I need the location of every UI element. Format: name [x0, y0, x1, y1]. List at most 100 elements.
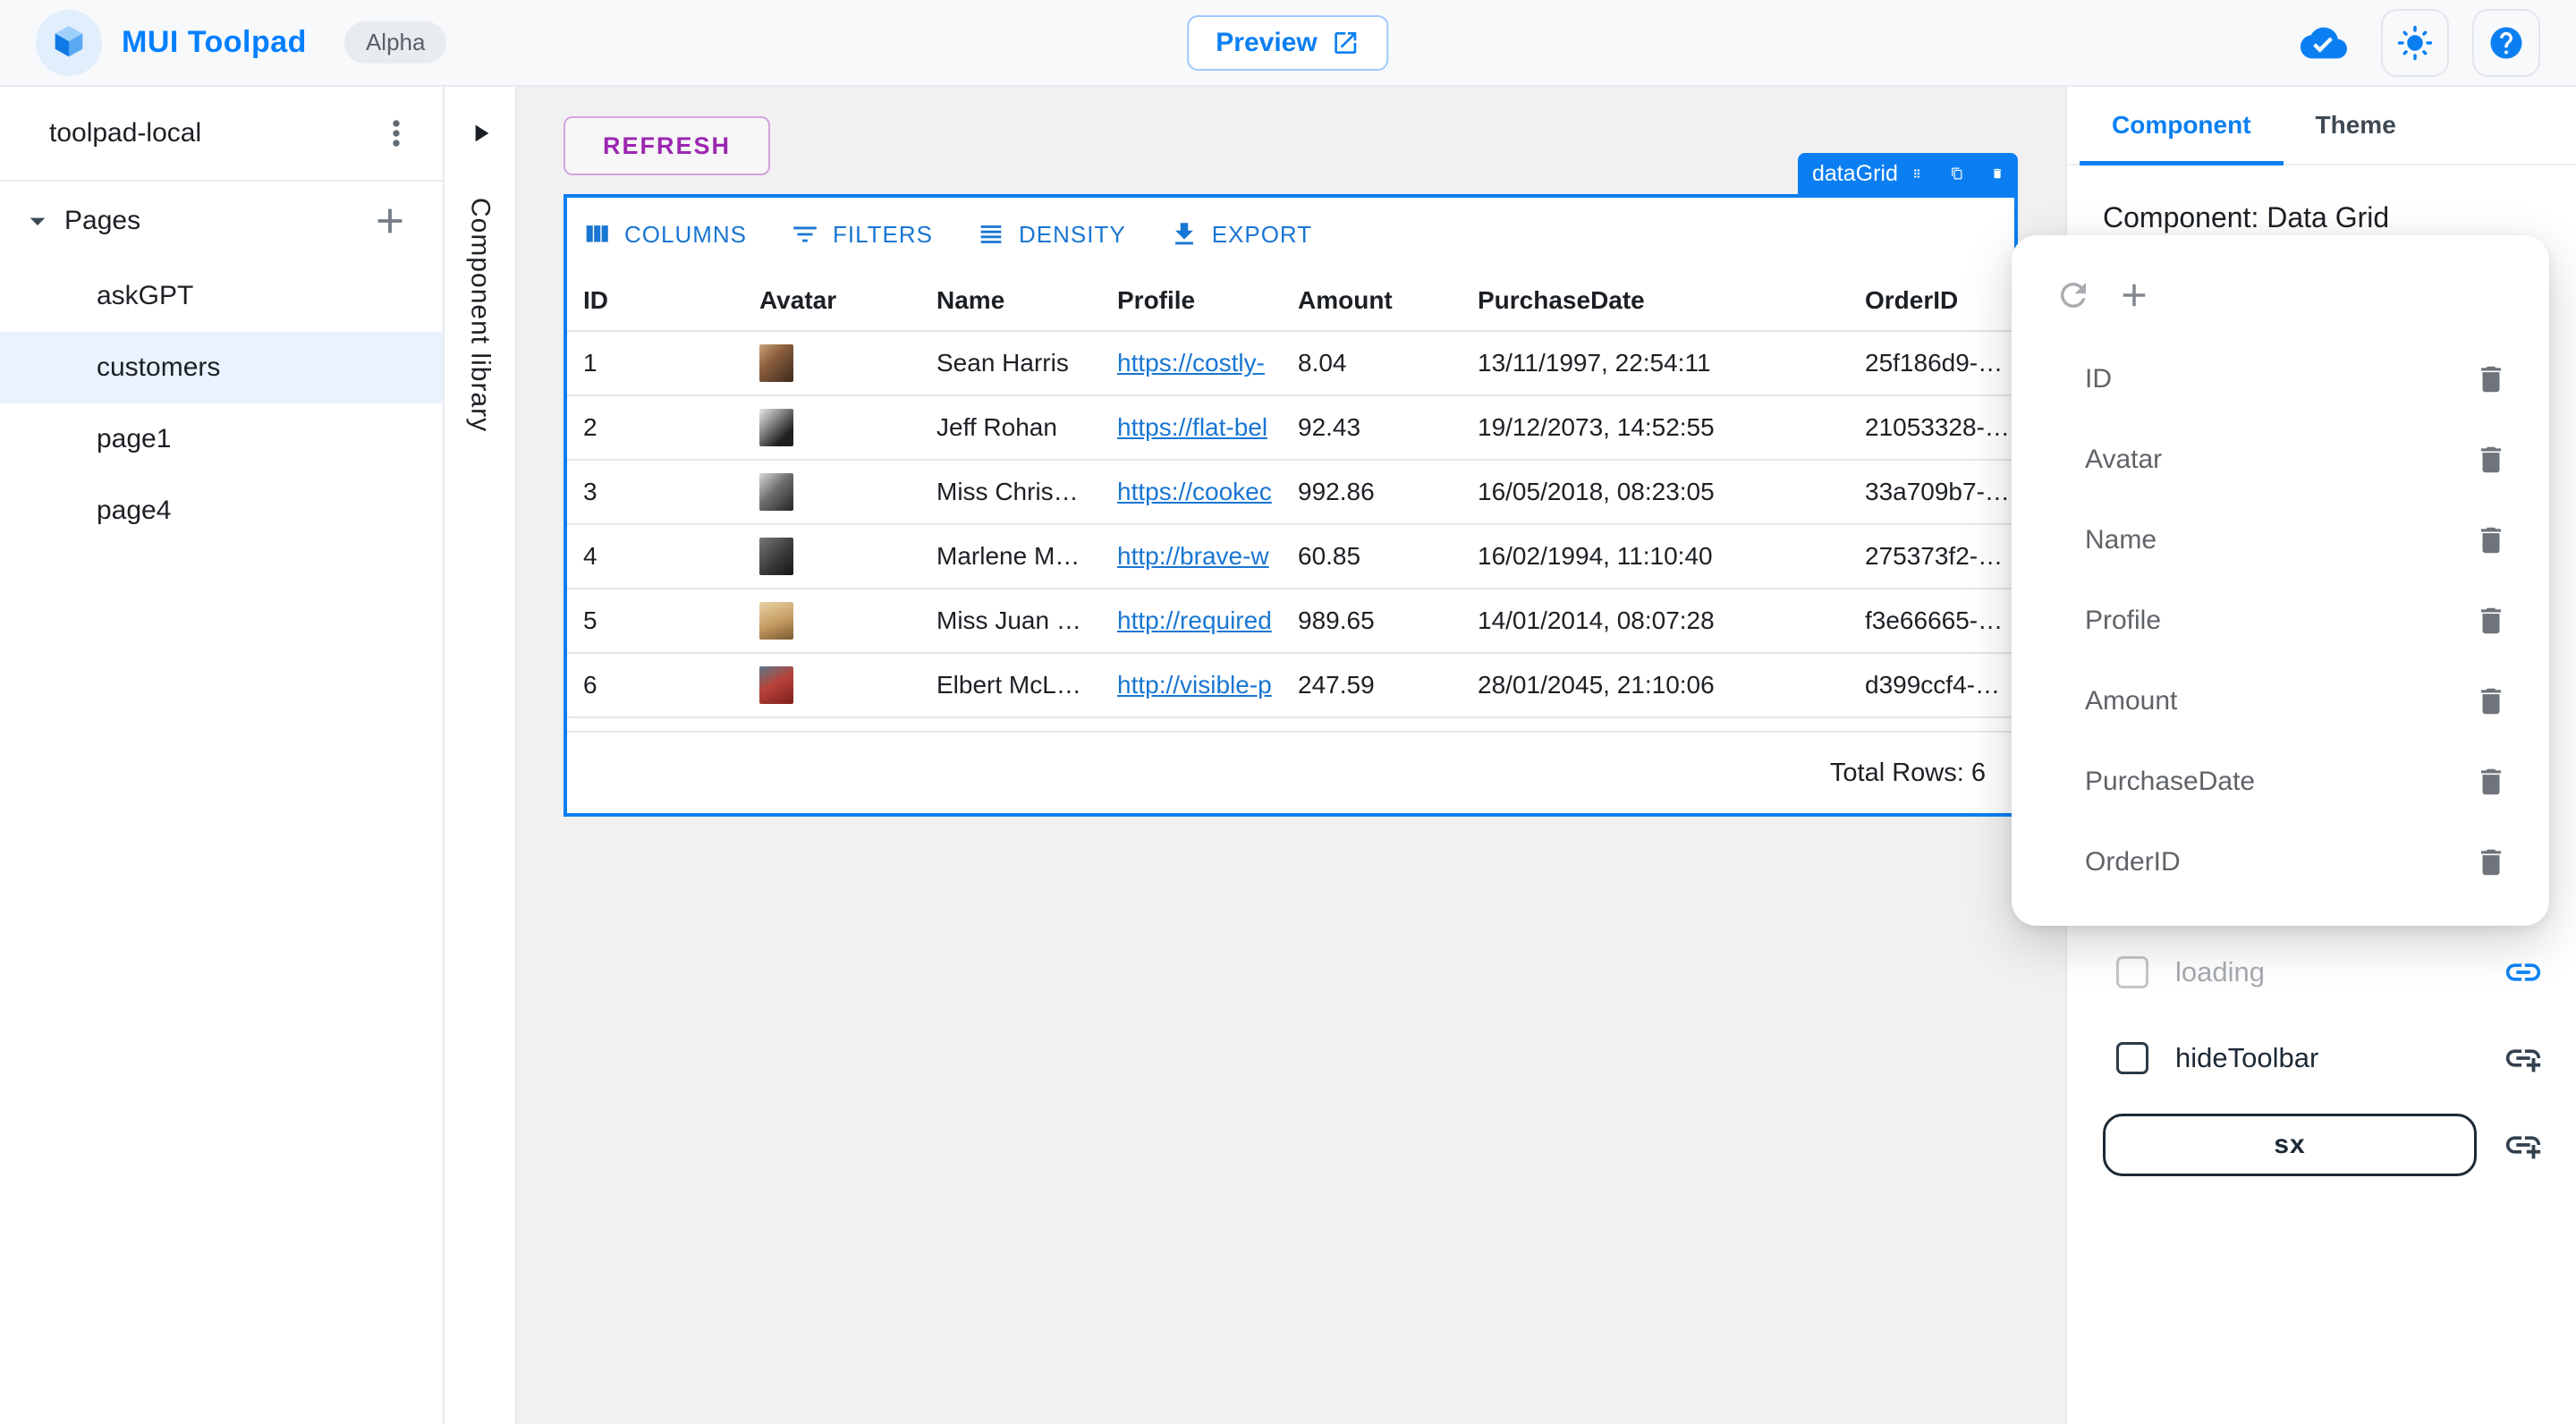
- table-row[interactable]: 2Jeff Rohanhttps://flat-bel92.4319/12/20…: [567, 396, 2014, 461]
- delete-component-icon[interactable]: [1991, 160, 2004, 187]
- profile-link[interactable]: https://costly-: [1117, 349, 1265, 377]
- preview-button[interactable]: Preview: [1187, 15, 1388, 71]
- column-editor-row-name[interactable]: Name: [2012, 500, 2549, 581]
- table-row[interactable]: 4Marlene M…http://brave-w60.8516/02/1994…: [567, 525, 2014, 589]
- alpha-badge: Alpha: [344, 21, 447, 64]
- add-binding-icon[interactable]: [2503, 1038, 2544, 1079]
- sidebar-page-customers[interactable]: customers: [0, 332, 443, 403]
- add-binding-icon[interactable]: [2503, 1124, 2544, 1165]
- column-header-name[interactable]: Name: [920, 271, 1101, 330]
- component-library-strip[interactable]: Component library: [445, 87, 517, 1424]
- cell-order_id: 33a709b7-…: [1849, 461, 2014, 523]
- cell-profile: https://flat-bel: [1101, 396, 1282, 459]
- project-menu-icon[interactable]: [377, 114, 416, 153]
- density-icon: [976, 219, 1006, 250]
- profile-link[interactable]: https://flat-bel: [1117, 413, 1267, 442]
- profile-link[interactable]: https://cookec: [1117, 478, 1272, 506]
- popup-actions: [2012, 276, 2549, 314]
- cell-purchase_date: 16/05/2018, 08:23:05: [1462, 461, 1849, 523]
- mui-logo-icon: [36, 10, 102, 76]
- column-name-label: PurchaseDate: [2085, 767, 2255, 797]
- chevron-right-icon[interactable]: [466, 119, 495, 148]
- drag-indicator-icon[interactable]: [1911, 160, 1923, 187]
- table-row[interactable]: 5Miss Juan …http://required989.6514/01/2…: [567, 589, 2014, 654]
- cloud-done-icon: [2301, 20, 2347, 66]
- sx-button[interactable]: sx: [2103, 1114, 2477, 1176]
- column-header-profile[interactable]: Profile: [1101, 271, 1282, 330]
- column-header-orderid[interactable]: OrderID: [1849, 271, 2014, 330]
- add-page-icon[interactable]: [369, 200, 411, 242]
- pages-label: Pages: [64, 206, 140, 236]
- page-item-label: page1: [97, 424, 171, 454]
- column-name-label: OrderID: [2085, 847, 2181, 877]
- sidebar-page-page1[interactable]: page1: [0, 403, 443, 475]
- hide-toolbar-label: hideToolbar: [2175, 1042, 2318, 1074]
- delete-column-icon[interactable]: [2474, 523, 2508, 557]
- table-row[interactable]: 3Miss Chris…https://cookec992.8616/05/20…: [567, 461, 2014, 525]
- cell-amount: 247.59: [1282, 654, 1462, 716]
- cell-purchase_date: 13/11/1997, 22:54:11: [1462, 332, 1849, 394]
- cell-amount: 989.65: [1282, 589, 1462, 652]
- column-editor-row-profile[interactable]: Profile: [2012, 581, 2549, 661]
- column-header-purchasedate[interactable]: PurchaseDate: [1462, 271, 1849, 330]
- tab-theme[interactable]: Theme: [2284, 87, 2428, 164]
- column-editor-row-id[interactable]: ID: [2012, 339, 2549, 420]
- delete-column-icon[interactable]: [2474, 765, 2508, 799]
- avatar-image: [759, 602, 793, 640]
- delete-column-icon[interactable]: [2474, 443, 2508, 477]
- cell-profile: http://visible-p: [1101, 654, 1282, 716]
- sidebar-page-page4[interactable]: page4: [0, 475, 443, 547]
- app-header: MUI Toolpad Alpha Preview: [0, 0, 2576, 87]
- grid-toolbar-export-button[interactable]: EXPORT: [1169, 219, 1312, 250]
- grid-toolbar-density-button[interactable]: DENSITY: [976, 219, 1126, 250]
- brightness-icon: [2396, 24, 2434, 62]
- duplicate-icon[interactable]: [1951, 160, 1963, 187]
- hide-toolbar-checkbox[interactable]: [2116, 1042, 2148, 1074]
- cell-avatar: [743, 589, 920, 652]
- profile-link[interactable]: http://brave-w: [1117, 542, 1269, 571]
- column-header-id[interactable]: ID: [567, 271, 743, 330]
- refresh-button[interactable]: REFRESH: [564, 116, 770, 175]
- help-button[interactable]: [2472, 9, 2540, 77]
- profile-link[interactable]: http://required: [1117, 606, 1272, 635]
- column-header-avatar[interactable]: Avatar: [743, 271, 920, 330]
- theme-mode-button[interactable]: [2381, 9, 2449, 77]
- loading-checkbox[interactable]: [2116, 956, 2148, 988]
- delete-column-icon[interactable]: [2474, 845, 2508, 879]
- avatar-image: [759, 344, 793, 382]
- profile-link[interactable]: http://visible-p: [1117, 671, 1272, 699]
- page-item-label: askGPT: [97, 281, 193, 311]
- grid-toolbar-columns-button[interactable]: COLUMNS: [581, 219, 747, 250]
- column-header-amount[interactable]: Amount: [1282, 271, 1462, 330]
- binding-link-icon[interactable]: [2503, 952, 2544, 993]
- sidebar-page-askGPT[interactable]: askGPT: [0, 260, 443, 332]
- cell-name: Sean Harris: [920, 332, 1101, 394]
- preview-label: Preview: [1216, 28, 1317, 58]
- cell-purchase_date: 28/01/2045, 21:10:06: [1462, 654, 1849, 716]
- pages-list: askGPT customers page1 page4: [0, 260, 443, 547]
- filter-list-icon: [790, 219, 820, 250]
- column-editor-row-avatar[interactable]: Avatar: [2012, 420, 2549, 500]
- cell-id: 1: [567, 332, 743, 394]
- cell-id: 3: [567, 461, 743, 523]
- column-editor-row-amount[interactable]: Amount: [2012, 661, 2549, 742]
- cell-avatar: [743, 461, 920, 523]
- tab-component[interactable]: Component: [2080, 87, 2284, 164]
- refresh-columns-icon[interactable]: [2055, 276, 2092, 314]
- deploy-status-button[interactable]: [2290, 9, 2358, 77]
- data-grid-component[interactable]: COLUMNS FILTERS DENSITY EXPORT IDAvatarName…: [564, 194, 2018, 817]
- column-name-label: ID: [2085, 364, 2112, 394]
- toolbar-button-label: EXPORT: [1212, 221, 1312, 249]
- pages-tree-header[interactable]: Pages: [0, 182, 443, 260]
- table-row[interactable]: 1Sean Harrishttps://costly-8.0413/11/199…: [567, 332, 2014, 396]
- add-column-icon[interactable]: [2115, 276, 2153, 314]
- grid-toolbar-filters-button[interactable]: FILTERS: [790, 219, 933, 250]
- delete-column-icon[interactable]: [2474, 684, 2508, 718]
- column-editor-row-purchasedate[interactable]: PurchaseDate: [2012, 742, 2549, 822]
- delete-column-icon[interactable]: [2474, 604, 2508, 638]
- columns-list: ID AvatarNameProfileAmount PurchaseDate Ord…: [2012, 339, 2549, 903]
- column-editor-row-orderid[interactable]: OrderID: [2012, 822, 2549, 903]
- delete-column-icon[interactable]: [2474, 362, 2508, 396]
- table-row[interactable]: 6Elbert McL…http://visible-p247.5928/01/…: [567, 654, 2014, 718]
- total-rows-label: Total Rows: 6: [1830, 759, 1986, 788]
